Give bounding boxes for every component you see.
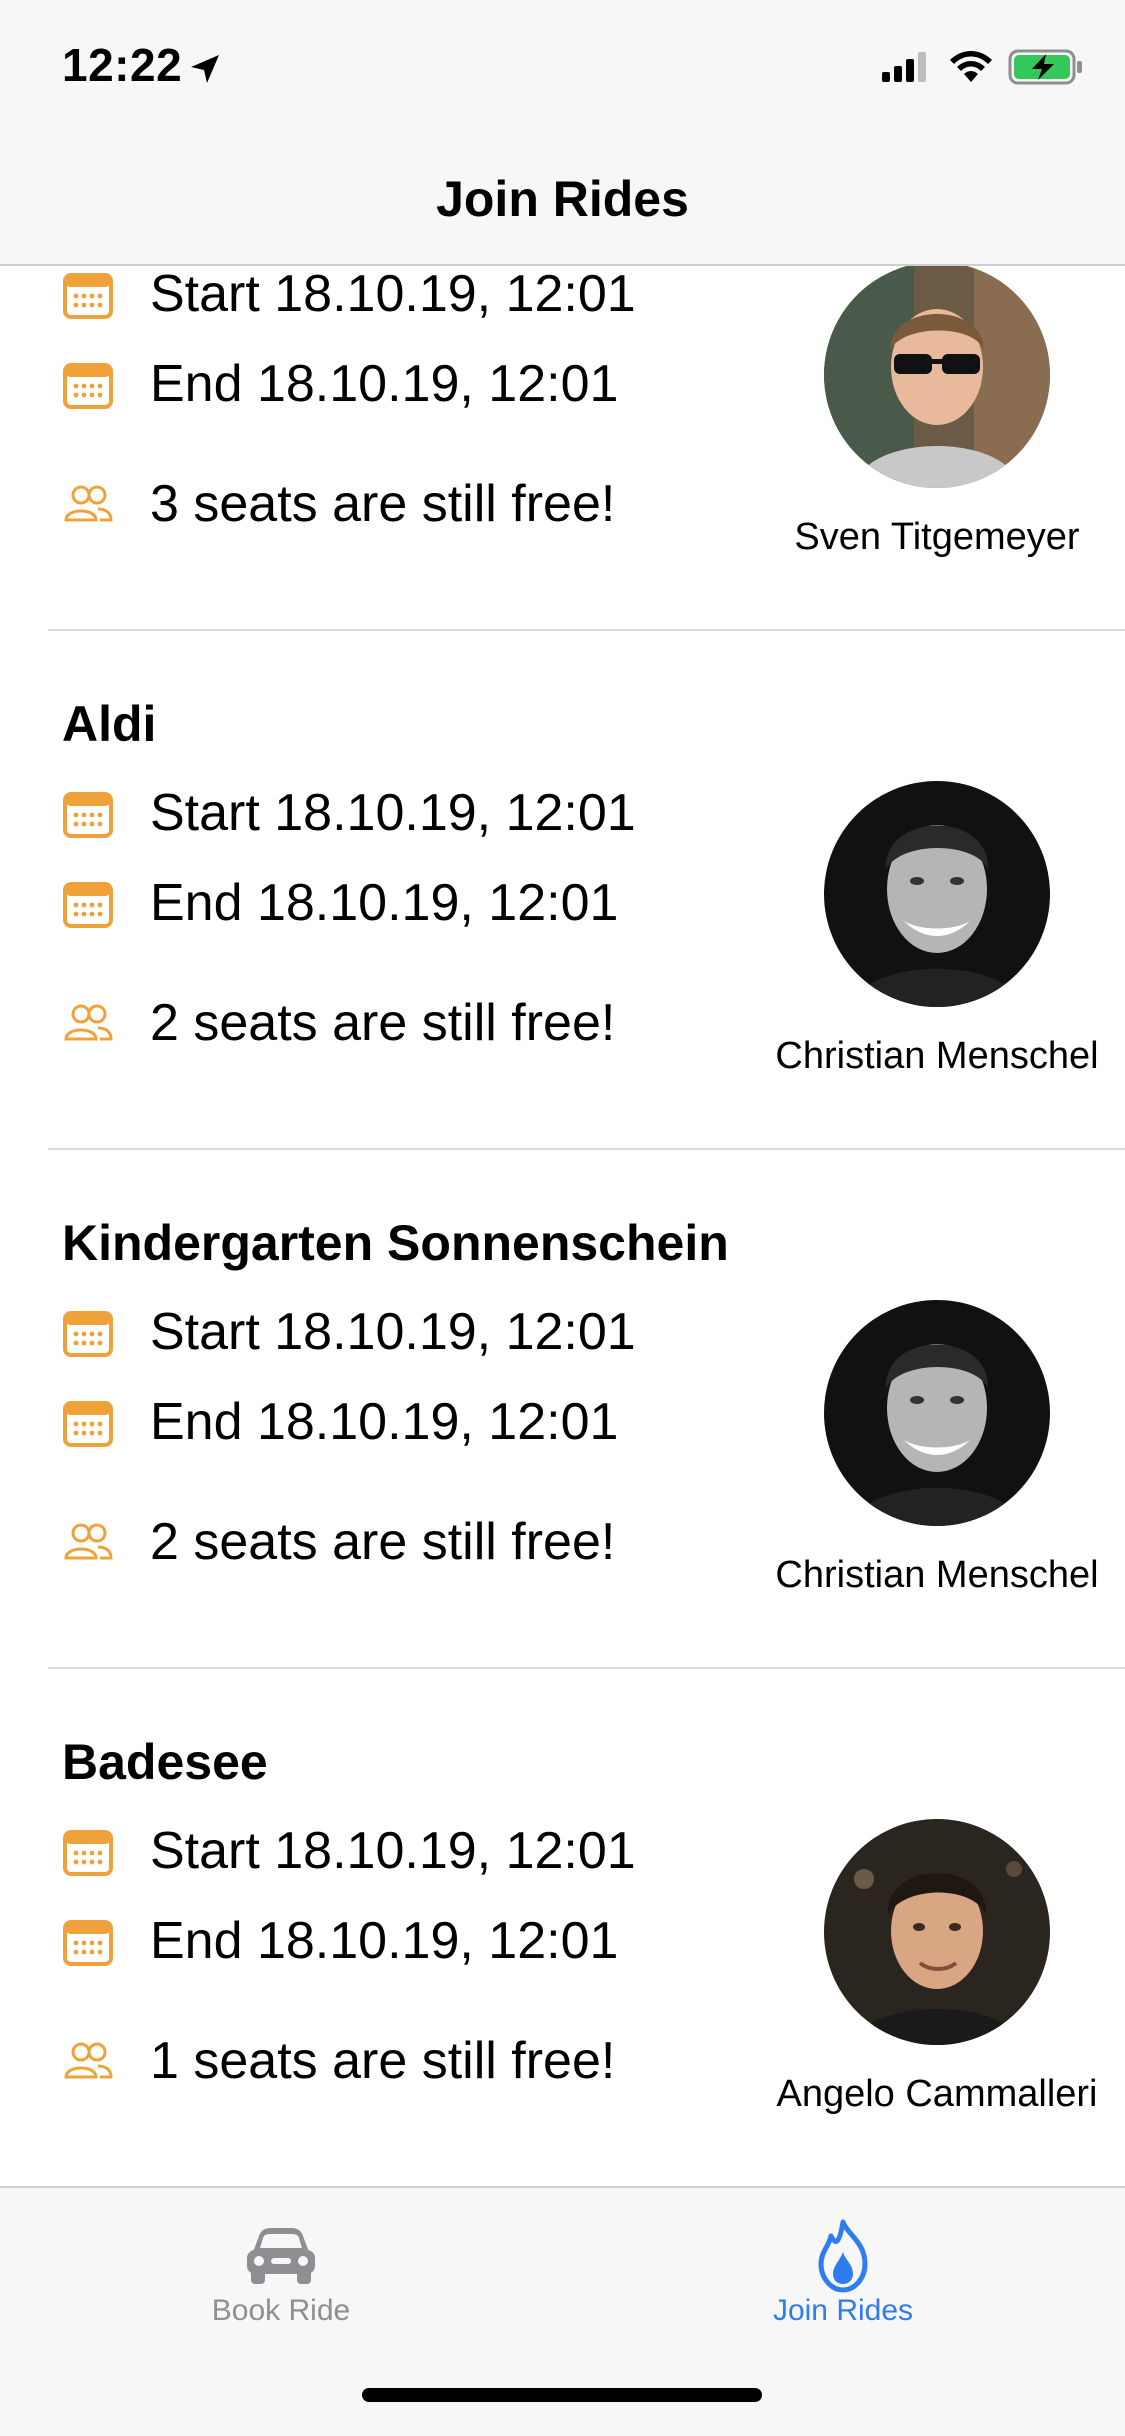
calendar-icon [63,1920,113,1966]
driver-avatar [824,1819,1050,2045]
ride-end-time: End 18.10.19, 12:01 [150,1912,619,1970]
people-icon [64,1523,113,1560]
ride-start-time: Start 18.10.19, 12:01 [150,1303,636,1361]
calendar-icon [63,363,113,409]
ride-free-seats: 3 seats are still free! [150,475,616,533]
ride-start-time: Start 18.10.19, 12:01 [150,784,636,842]
calendar-icon [63,1401,113,1447]
home-indicator[interactable] [362,2388,762,2402]
calendar-icon [63,792,113,838]
driver-avatar [824,1300,1050,1526]
people-icon [64,1004,113,1041]
people-icon [64,485,113,522]
ride-destination: Badesee [62,1734,268,1790]
status-time: 12:22 [62,39,183,91]
calendar-icon [63,882,113,928]
people-icon [64,2042,113,2079]
driver-name: Christian Menschel [775,1035,1099,1077]
tab-label: Join Rides [772,2294,914,2327]
battery-charging-icon [1008,49,1082,85]
calendar-icon [63,1830,113,1876]
ride-end-time: End 18.10.19, 12:01 [150,1393,619,1451]
ride-start-time: Start 18.10.19, 12:01 [150,1822,636,1880]
location-arrow-icon [191,55,219,83]
tab-label: Book Ride [211,2294,351,2327]
driver-avatar [824,781,1050,1007]
flame-icon [818,2219,868,2293]
ride-destination: Kindergarten Sonnenschein [62,1215,729,1271]
ride-card[interactable]: Badesee Start 18.10.19, 12:01 End 18.10.… [0,1669,1125,2188]
ride-card[interactable]: Aldi Start 18.10.19, 12:01 End 18.10.19,… [0,631,1125,1150]
ride-free-seats: 1 seats are still free! [150,2032,616,2090]
driver-name: Sven Titgemeyer [794,516,1080,558]
page-title: Join Rides [436,171,689,227]
ride-start-time: Start 18.10.19, 12:01 [150,265,636,323]
tab-book-ride[interactable]: Book Ride [0,2188,562,2358]
ride-end-time: End 18.10.19, 12:01 [150,874,619,932]
wifi-icon [950,51,992,82]
cellular-signal-icon [882,52,926,82]
ride-free-seats: 2 seats are still free! [150,994,616,1052]
driver-name: Angelo Cammalleri [776,2073,1098,2115]
ride-end-time: End 18.10.19, 12:01 [150,355,619,413]
calendar-icon [63,1311,113,1357]
ride-card[interactable]: Kindergarten Sonnenschein Start 18.10.19… [0,1150,1125,1669]
ride-free-seats: 2 seats are still free! [150,1513,616,1571]
driver-avatar [824,262,1050,488]
car-icon [247,2228,315,2284]
navigation-bar: 12:22 Join Rides [0,0,1125,266]
tab-join-rides[interactable]: Join Rides [562,2188,1124,2358]
calendar-icon [63,273,113,319]
ride-destination: Aldi [62,696,157,752]
driver-name: Christian Menschel [775,1554,1099,1596]
join-rides-screen: Start 18.10.19, 12:01 End 18.10.19, 12:0… [0,0,1125,2436]
